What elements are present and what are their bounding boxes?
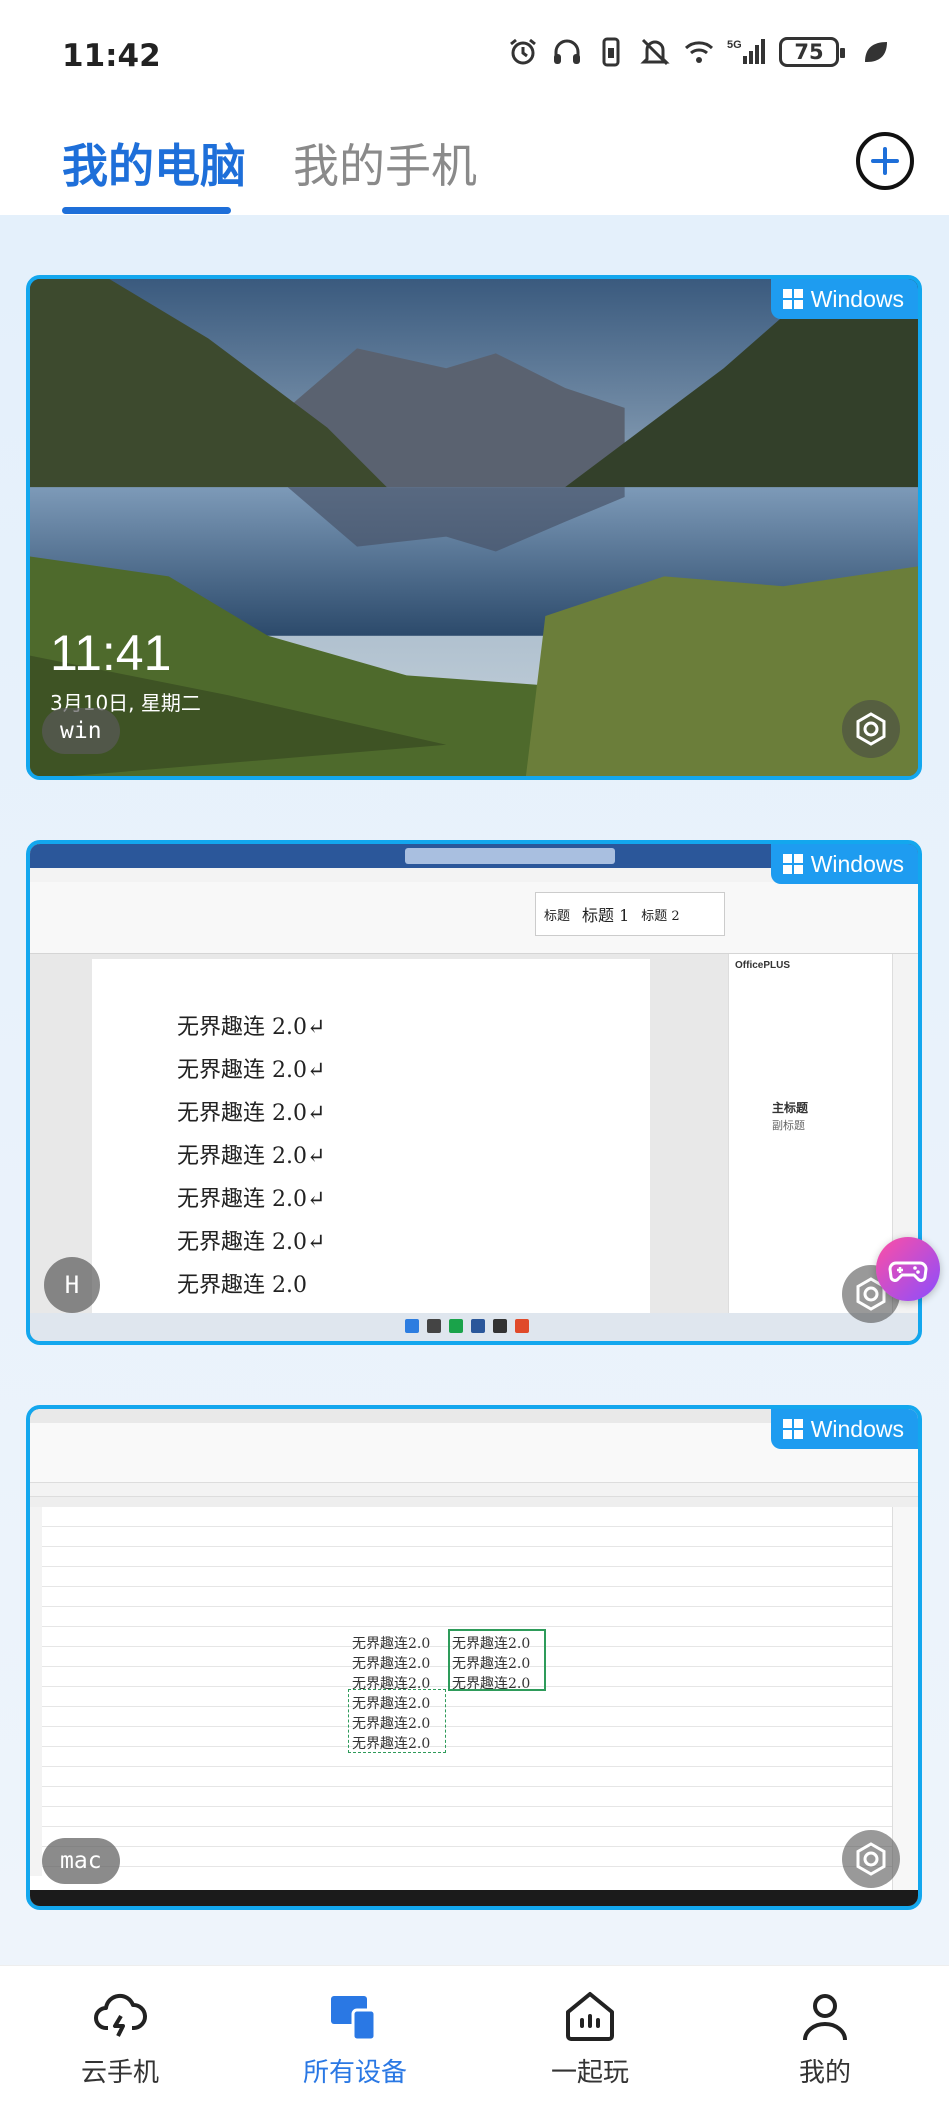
document-page: 无界趣连 2.0↵ 无界趣连 2.0↵ 无界趣连 2.0↵ 无界趣连 2.0↵ … <box>92 959 650 1314</box>
device-settings-button[interactable] <box>842 700 900 758</box>
windows-logo-icon <box>782 289 803 309</box>
5g-signal-icon: 5G <box>727 39 765 64</box>
tab-my-computer[interactable]: 我的电脑 <box>62 130 246 196</box>
start-icon <box>405 1319 419 1333</box>
device-name-tag: H <box>44 1257 100 1313</box>
windows-taskbar <box>30 1890 918 1906</box>
status-bar: 11:42 5G 75 <box>0 0 949 110</box>
copy-range <box>348 1689 446 1753</box>
app-icon <box>493 1319 507 1333</box>
gamepad-icon <box>888 1261 928 1282</box>
device-list: Windows 11:41 3月10日, 星期二 win 标题 标题 1 标题 … <box>0 215 949 1965</box>
device-card-h[interactable]: 标题 标题 1 标题 2 无界趣连 2.0↵ 无界趣连 2.0↵ 无界趣连 2.… <box>26 840 922 1345</box>
home-play-icon <box>566 1992 614 2041</box>
row-header <box>30 1507 42 1876</box>
formula-bar <box>30 1483 918 1497</box>
doc-line: 无界趣连 2.0↵ <box>177 1101 326 1126</box>
pane-heading-list: 主标题 副标题 <box>772 1101 809 1132</box>
word-search-box <box>405 848 615 864</box>
doc-line: 无界趣连 2.0↵ <box>177 1144 326 1169</box>
plus-circle-icon <box>871 147 899 175</box>
word-icon <box>471 1319 485 1333</box>
leaf-icon <box>865 42 887 62</box>
status-icons: 5G 75 <box>507 36 891 68</box>
wifi-icon <box>684 41 714 63</box>
svg-text:5G: 5G <box>727 39 742 51</box>
alarm-icon <box>510 38 536 65</box>
nav-play-together[interactable]: 一起玩 <box>500 1986 680 2089</box>
device-name-tag: mac <box>42 1838 120 1884</box>
mute-icon <box>640 38 670 66</box>
os-badge: Windows <box>770 844 918 884</box>
officeplus-pane: OfficePLUS 主标题 副标题 <box>728 954 893 1314</box>
tab-my-phone[interactable]: 我的手机 <box>293 130 477 196</box>
person-icon <box>803 1994 847 2041</box>
doc-line: 无界趣连 2.0↵ <box>177 1187 326 1212</box>
windows-taskbar <box>30 1313 918 1341</box>
word-ribbon: 标题 标题 1 标题 2 <box>30 882 918 954</box>
device-settings-button[interactable] <box>842 1830 900 1888</box>
bottom-navigation: 云手机 所有设备 一起玩 我的 <box>0 1965 949 2106</box>
edge-icon <box>449 1319 463 1333</box>
devices-icon <box>331 1996 377 2042</box>
search-taskbar-icon <box>427 1319 441 1333</box>
doc-line: 无界趣连 2.0 <box>177 1273 307 1298</box>
spreadsheet-screen: 无界趣连2.0 无界趣连2.0 无界趣连2.0 无界趣连2.0 无界趣连2.0 … <box>30 1409 918 1906</box>
app-icon <box>515 1319 529 1333</box>
hexagon-settings-icon <box>856 1842 886 1876</box>
word-screen: 标题 标题 1 标题 2 无界趣连 2.0↵ 无界趣连 2.0↵ 无界趣连 2.… <box>30 844 918 1341</box>
doc-line: 无界趣连 2.0↵ <box>177 1015 326 1040</box>
windows-logo-icon <box>782 1419 803 1439</box>
lock-screen-time: 11:41 <box>50 625 172 681</box>
add-device-button[interactable] <box>856 132 914 190</box>
hexagon-settings-icon <box>856 712 886 746</box>
os-badge: Windows <box>770 1409 918 1449</box>
doc-line: 无界趣连 2.0↵ <box>177 1230 326 1255</box>
doc-line: 无界趣连 2.0↵ <box>177 1058 326 1083</box>
device-card-mac[interactable]: 无界趣连2.0 无界趣连2.0 无界趣连2.0 无界趣连2.0 无界趣连2.0 … <box>26 1405 922 1910</box>
headphones-icon <box>554 39 580 64</box>
selection-range <box>448 1629 546 1691</box>
nav-mine[interactable]: 我的 <box>735 1986 915 2089</box>
column-header <box>30 1497 918 1507</box>
vibrate-icon <box>602 37 620 67</box>
spreadsheet-side-toolbar <box>892 1507 918 1890</box>
status-time: 11:42 <box>62 38 161 74</box>
device-tabs: 我的电脑 我的手机 <box>0 110 949 215</box>
windows-logo-icon <box>782 854 803 874</box>
os-badge: Windows <box>770 279 918 319</box>
cell: 无界趣连2.0 <box>352 1636 431 1652</box>
floating-game-button[interactable] <box>876 1237 940 1301</box>
battery-icon: 75 <box>779 37 845 67</box>
device-card-win[interactable]: Windows 11:41 3月10日, 星期二 win <box>26 275 922 780</box>
nav-all-devices[interactable]: 所有设备 <box>265 1986 445 2089</box>
nav-cloud-phone[interactable]: 云手机 <box>30 1986 210 2089</box>
active-tab-indicator <box>62 207 231 214</box>
device-name-tag: win <box>42 708 120 754</box>
cell: 无界趣连2.0 <box>352 1656 431 1672</box>
cloud-lightning-icon <box>94 1993 147 2037</box>
styles-gallery: 标题 标题 1 标题 2 <box>535 892 725 936</box>
